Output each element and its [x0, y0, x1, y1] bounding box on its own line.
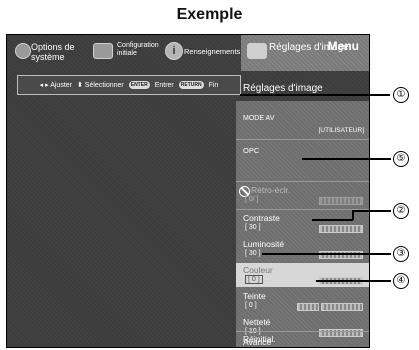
- item-label: Teinte: [243, 291, 266, 301]
- divider: [236, 181, 369, 182]
- level-bar-left[interactable]: [297, 303, 319, 311]
- picture-icon: [247, 43, 267, 59]
- info-icon: i: [165, 42, 183, 60]
- item-label: Couleur: [243, 265, 273, 275]
- callout-leader-line: [262, 253, 391, 255]
- callout-leader-line: [240, 94, 390, 96]
- callout-leader-line: [312, 219, 353, 221]
- enter-key-icon: ENTER: [128, 81, 150, 89]
- menu-label: Menu: [327, 39, 359, 53]
- setup-icon: [93, 43, 113, 59]
- menu-item-reset[interactable]: Réinitial.: [236, 333, 369, 347]
- callout-leader-line: [352, 210, 391, 212]
- section-title: Réglages d'image: [243, 83, 323, 94]
- item-label: Rétro-éclr.: [251, 185, 291, 195]
- item-value: [ 0/ ]: [245, 196, 259, 203]
- level-bar: [319, 197, 363, 205]
- callout-number: ③: [393, 246, 409, 262]
- picture-settings-list: MODE AV [UTILISATEUR] OPC Rétro-éclr. [ …: [236, 101, 369, 347]
- hint-select: ⬍ Sélectionner: [77, 82, 124, 89]
- callout-number: ⑤: [393, 151, 409, 167]
- divider: [236, 209, 369, 210]
- callout-number: ②: [393, 203, 409, 219]
- item-label: Réinitial.: [243, 334, 276, 344]
- menu-tabs: Options de système Configuration initial…: [7, 35, 369, 71]
- hint-adjust: ◂ ▸ Ajuster: [39, 82, 72, 89]
- item-value: [ 30 ]: [245, 224, 261, 231]
- item-label: OPC: [243, 146, 260, 155]
- item-value: [ 0 ]: [245, 302, 257, 309]
- page-title: Exemple: [176, 6, 243, 23]
- tv-menu-screen: Options de système Configuration initial…: [6, 34, 370, 348]
- callout-leader-line: [316, 280, 391, 282]
- level-bar[interactable]: [319, 225, 363, 233]
- tab-information[interactable]: i Renseignements: [165, 35, 245, 69]
- level-bar-right[interactable]: [321, 303, 363, 311]
- tab-label: Configuration initiale: [117, 42, 159, 57]
- menu-item-tint[interactable]: Teinte [ 0 ]: [236, 289, 369, 313]
- menu-item-opc[interactable]: OPC: [236, 141, 369, 163]
- item-label: Contraste: [243, 213, 280, 223]
- callout-number: ④: [393, 273, 409, 289]
- tab-label: Options de système: [31, 42, 75, 62]
- divider: [236, 139, 369, 140]
- callout-number: ①: [393, 87, 409, 103]
- item-value: [UTILISATEUR]: [318, 127, 364, 134]
- menu-item-contrast[interactable]: Contraste [ 30 ]: [236, 211, 369, 235]
- hint-end: Fin: [208, 81, 219, 89]
- item-label: Netteté: [243, 317, 271, 327]
- hint-enter: Entrer: [154, 81, 174, 89]
- menu-item-backlight: Rétro-éclr. [ 0/ ]: [236, 183, 369, 207]
- menu-item-color[interactable]: Couleur [ 0 ]: [236, 263, 369, 287]
- divider: [236, 331, 369, 332]
- key-hints-bar: ◂ ▸ Ajuster ⬍ Sélectionner ENTER Entrer …: [17, 75, 241, 95]
- system-options-icon: [15, 43, 31, 59]
- tab-label: Renseignements: [184, 47, 241, 56]
- item-label: MODE AV: [243, 115, 275, 122]
- item-label: Luminosité: [243, 239, 285, 249]
- menu-item-brightness[interactable]: Luminosité [ 30 ]: [236, 237, 369, 261]
- callout-leader-line: [302, 158, 391, 160]
- tab-initial-setup[interactable]: Configuration initiale: [93, 35, 163, 69]
- item-value: [ 0 ]: [245, 275, 263, 284]
- return-key-icon: RETURN: [178, 81, 204, 89]
- menu-item-av-mode[interactable]: MODE AV [UTILISATEUR]: [236, 113, 369, 139]
- item-value: [ 30 ]: [245, 250, 261, 257]
- tab-system-options[interactable]: Options de système: [15, 35, 89, 69]
